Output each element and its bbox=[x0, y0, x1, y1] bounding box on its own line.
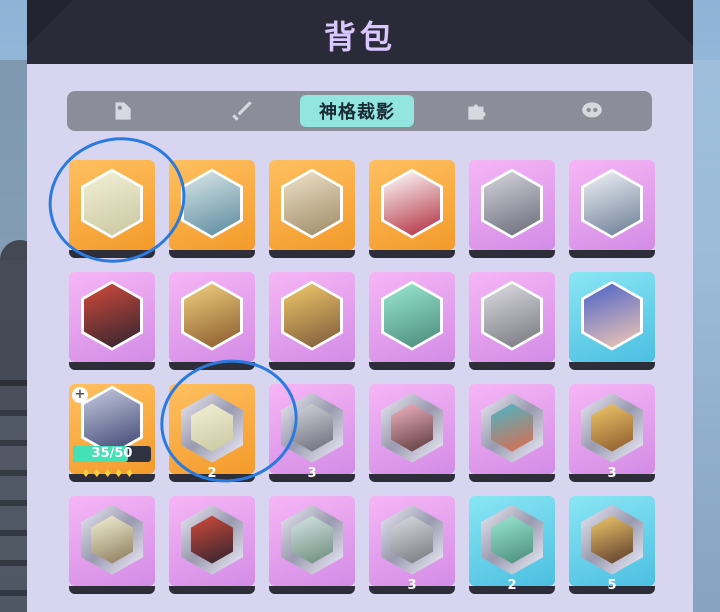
item-count: 2 bbox=[207, 466, 217, 481]
tab-chat[interactable] bbox=[547, 91, 637, 131]
item-card[interactable]: 2 bbox=[469, 496, 555, 594]
tag-icon bbox=[115, 102, 131, 120]
item-count: 3 bbox=[307, 466, 317, 481]
item-card[interactable] bbox=[69, 272, 155, 370]
item-card[interactable] bbox=[369, 384, 455, 482]
item-count: 5 bbox=[607, 578, 617, 593]
item-card[interactable] bbox=[369, 160, 455, 258]
fragment-frame-icon bbox=[281, 392, 343, 463]
portrait-icon bbox=[281, 280, 343, 351]
fragment-frame-icon bbox=[481, 392, 543, 463]
page-title: 背包 bbox=[323, 18, 396, 56]
fragment-frame-icon bbox=[181, 392, 243, 463]
item-count: 3 bbox=[407, 578, 417, 593]
item-card[interactable]: 3 bbox=[569, 384, 655, 482]
item-card[interactable]: 2 bbox=[169, 384, 255, 482]
item-count: 3 bbox=[607, 466, 617, 481]
fragment-frame-icon bbox=[181, 504, 243, 575]
tab-sword[interactable] bbox=[197, 91, 287, 131]
item-card[interactable] bbox=[169, 160, 255, 258]
chat-icon bbox=[582, 102, 602, 118]
panel-header: 背包 bbox=[27, 0, 693, 64]
item-card[interactable] bbox=[469, 384, 555, 482]
item-card[interactable] bbox=[269, 272, 355, 370]
fragment-frame-icon bbox=[381, 392, 443, 463]
item-card[interactable] bbox=[169, 272, 255, 370]
sword-icon bbox=[232, 101, 252, 121]
portrait-icon bbox=[481, 168, 543, 239]
progress-text: 35/50 bbox=[91, 446, 133, 461]
item-card[interactable]: 5 bbox=[569, 496, 655, 594]
item-card[interactable]: 3 bbox=[369, 496, 455, 594]
star-rating: ♦♦♦♦♦ bbox=[81, 467, 136, 480]
fragment-frame-icon bbox=[81, 504, 143, 575]
item-card[interactable] bbox=[469, 160, 555, 258]
puzzle-icon bbox=[468, 104, 486, 120]
item-card[interactable] bbox=[469, 272, 555, 370]
tab-divine-shadow[interactable]: 神格裁影 bbox=[300, 95, 414, 127]
tab-puzzle[interactable] bbox=[432, 91, 522, 131]
item-card[interactable] bbox=[69, 160, 155, 258]
portrait-icon bbox=[181, 280, 243, 351]
fragment-frame-icon bbox=[581, 392, 643, 463]
progress-bar: 35/50 bbox=[73, 446, 151, 462]
item-count: 2 bbox=[507, 578, 517, 593]
portrait-icon bbox=[181, 168, 243, 239]
portrait-icon bbox=[81, 280, 143, 351]
backpack-panel: 背包 神格裁影 + 35/50 ♦♦♦♦♦ 2 3 3 3 2 5 bbox=[27, 0, 693, 612]
portrait-icon bbox=[381, 280, 443, 351]
portrait-icon bbox=[281, 168, 343, 239]
portrait-icon bbox=[581, 168, 643, 239]
item-card[interactable] bbox=[269, 496, 355, 594]
background-scaffold bbox=[0, 380, 30, 612]
fragment-frame-icon bbox=[581, 504, 643, 575]
item-card[interactable] bbox=[569, 160, 655, 258]
background-building bbox=[0, 60, 28, 260]
fragment-frame-icon bbox=[281, 504, 343, 575]
portrait-icon bbox=[81, 168, 143, 239]
special-item-card[interactable]: + 35/50 ♦♦♦♦♦ bbox=[69, 384, 155, 482]
add-icon[interactable]: + bbox=[72, 387, 88, 403]
item-card[interactable] bbox=[269, 160, 355, 258]
fragment-frame-icon bbox=[381, 504, 443, 575]
fragment-frame-icon bbox=[481, 504, 543, 575]
portrait-icon bbox=[581, 280, 643, 351]
portrait-icon bbox=[481, 280, 543, 351]
item-card[interactable] bbox=[69, 496, 155, 594]
item-card[interactable]: 3 bbox=[269, 384, 355, 482]
category-tab-bar: 神格裁影 bbox=[67, 91, 652, 131]
item-card[interactable] bbox=[569, 272, 655, 370]
background-city bbox=[690, 60, 720, 612]
item-card[interactable] bbox=[369, 272, 455, 370]
tab-tag[interactable] bbox=[77, 91, 167, 131]
item-card[interactable] bbox=[169, 496, 255, 594]
portrait-icon bbox=[381, 168, 443, 239]
